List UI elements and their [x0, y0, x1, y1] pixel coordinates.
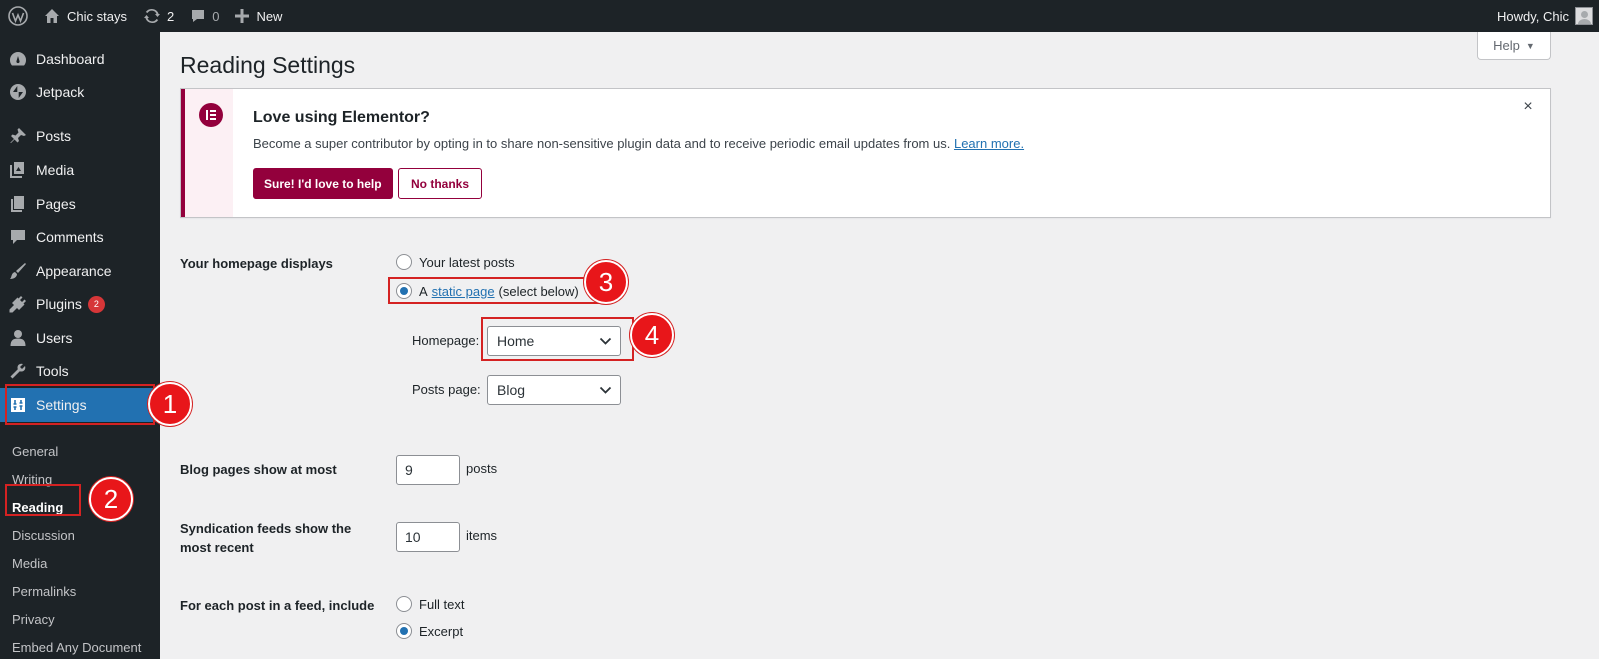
sidebar-item-comments[interactable]: Comments: [0, 220, 160, 254]
radio-full-text-label: Full text: [419, 596, 465, 612]
sidebar-item-label: Tools: [36, 363, 69, 379]
annotation-box-reading: [5, 484, 81, 516]
sidebar-item-label: Pages: [36, 196, 76, 212]
radio-latest-posts[interactable]: Your latest posts: [396, 254, 515, 270]
submenu-item-general[interactable]: General: [12, 444, 58, 459]
home-icon: [45, 9, 59, 23]
sidebar-item-media[interactable]: Media: [0, 153, 160, 187]
submenu-item-permalinks[interactable]: Permalinks: [12, 584, 76, 599]
close-icon[interactable]: ×: [1520, 99, 1536, 115]
radio-latest-posts-label: Your latest posts: [419, 254, 515, 270]
wordpress-logo-icon[interactable]: [0, 0, 36, 32]
sidebar-item-users[interactable]: Users: [0, 321, 160, 355]
feed-include-label: For each post in a feed, include: [180, 598, 375, 613]
posts-page-select-value: Blog: [497, 382, 526, 398]
sidebar-item-label: Media: [36, 162, 75, 178]
pages-icon: [0, 195, 36, 213]
my-account[interactable]: Howdy, Chic: [1497, 0, 1593, 32]
radio-button[interactable]: [396, 254, 412, 270]
comment-icon: [192, 10, 205, 22]
radio-full-text[interactable]: Full text: [396, 596, 465, 612]
updates-link[interactable]: 2: [135, 0, 182, 32]
sidebar-item-label: Dashboard: [36, 51, 105, 67]
annotation-box-static-page: [388, 277, 599, 304]
syndication-suffix: items: [466, 528, 498, 543]
site-name: Chic stays: [67, 8, 127, 24]
submenu-item-media[interactable]: Media: [12, 556, 47, 571]
pin-icon: [0, 127, 36, 145]
sidebar-item-label: Jetpack: [36, 84, 85, 100]
help-button[interactable]: Help ▼: [1477, 32, 1551, 60]
avatar: [1575, 7, 1593, 25]
sidebar-item-label: Comments: [36, 229, 104, 245]
homepage-displays-label: Your homepage displays: [180, 256, 333, 271]
homepage-select-label: Homepage:: [412, 333, 480, 348]
new-label: New: [256, 8, 283, 24]
notice-title: Love using Elementor?: [253, 109, 430, 126]
sidebar-item-tools[interactable]: Tools: [0, 354, 160, 388]
comment-icon: [0, 228, 36, 246]
syndication-input[interactable]: 10: [396, 522, 460, 552]
posts-page-select-label: Posts page:: [412, 382, 481, 397]
page-title: Reading Settings: [180, 52, 356, 78]
radio-button[interactable]: [396, 596, 412, 612]
notice-icon-area: [185, 89, 233, 217]
annotation-box-homepage-select: [481, 317, 634, 361]
comments-link[interactable]: 0: [182, 0, 227, 32]
sidebar-item-label: Appearance: [36, 263, 112, 279]
no-thanks-button[interactable]: No thanks: [398, 168, 483, 199]
posts-page-select[interactable]: Blog: [487, 375, 621, 405]
sidebar-item-label: Users: [36, 330, 73, 346]
annotation-number-3: 3: [584, 260, 628, 304]
annotation-number-1: 1: [148, 382, 192, 426]
submenu-item-discussion[interactable]: Discussion: [12, 528, 75, 543]
caret-down-icon: ▼: [1525, 40, 1535, 51]
sidebar-item-label: Posts: [36, 128, 72, 144]
sidebar-item-dashboard[interactable]: Dashboard: [0, 42, 160, 76]
syndication-label-line2: most recent: [180, 540, 254, 555]
help-label: Help: [1493, 38, 1520, 53]
howdy-text: Howdy, Chic: [1496, 8, 1569, 24]
admin-bar: Chic stays 2 0 New Howdy, Chic: [0, 0, 1599, 32]
radio-excerpt-label: Excerpt: [419, 623, 464, 639]
annotation-box-settings: [5, 384, 155, 425]
annotation-number-2: 2: [89, 477, 133, 521]
elementor-logo-icon: [199, 103, 223, 127]
media-icon: [0, 161, 36, 179]
radio-button-checked[interactable]: [396, 623, 412, 639]
blog-pages-label: Blog pages show at most: [180, 462, 337, 477]
wrench-icon: [0, 362, 36, 380]
comments-count: 0: [212, 8, 220, 24]
new-content-link[interactable]: New: [227, 0, 290, 32]
syndication-label-line1: Syndication feeds show the: [180, 521, 352, 536]
sidebar-item-plugins[interactable]: Plugins 2: [0, 287, 160, 321]
notice-text: Become a super contributor by opting in …: [253, 136, 1024, 151]
elementor-notice: Love using Elementor? Become a super con…: [180, 88, 1551, 218]
sidebar-item-posts[interactable]: Posts: [0, 119, 160, 153]
radio-excerpt[interactable]: Excerpt: [396, 623, 463, 639]
jetpack-icon: [0, 83, 36, 101]
sidebar-item-pages[interactable]: Pages: [0, 187, 160, 221]
updates-icon: [143, 8, 160, 24]
plus-icon: [235, 9, 250, 23]
sidebar-item-label: Plugins: [36, 296, 82, 312]
submenu-item-privacy[interactable]: Privacy: [12, 612, 55, 627]
chevron-down-icon: [599, 386, 612, 394]
blog-pages-suffix: posts: [466, 461, 498, 476]
plugins-update-badge: 2: [87, 295, 105, 313]
updates-count: 2: [166, 8, 175, 24]
user-icon: [0, 329, 36, 347]
annotation-number-4: 4: [630, 313, 674, 357]
brush-icon: [0, 262, 36, 280]
sidebar-item-appearance[interactable]: Appearance: [0, 254, 160, 288]
plugin-icon: [0, 295, 36, 313]
site-name-link[interactable]: Chic stays: [36, 0, 135, 32]
sidebar-item-jetpack[interactable]: Jetpack: [0, 75, 160, 109]
opt-in-button[interactable]: Sure! I'd love to help: [253, 168, 393, 199]
notice-body: Become a super contributor by opting in …: [253, 136, 951, 151]
blog-pages-input[interactable]: 9: [396, 455, 460, 485]
submenu-item-embed-any-document[interactable]: Embed Any Document: [12, 640, 141, 655]
learn-more-link[interactable]: Learn more.: [954, 136, 1024, 151]
dashboard-icon: [0, 50, 36, 68]
